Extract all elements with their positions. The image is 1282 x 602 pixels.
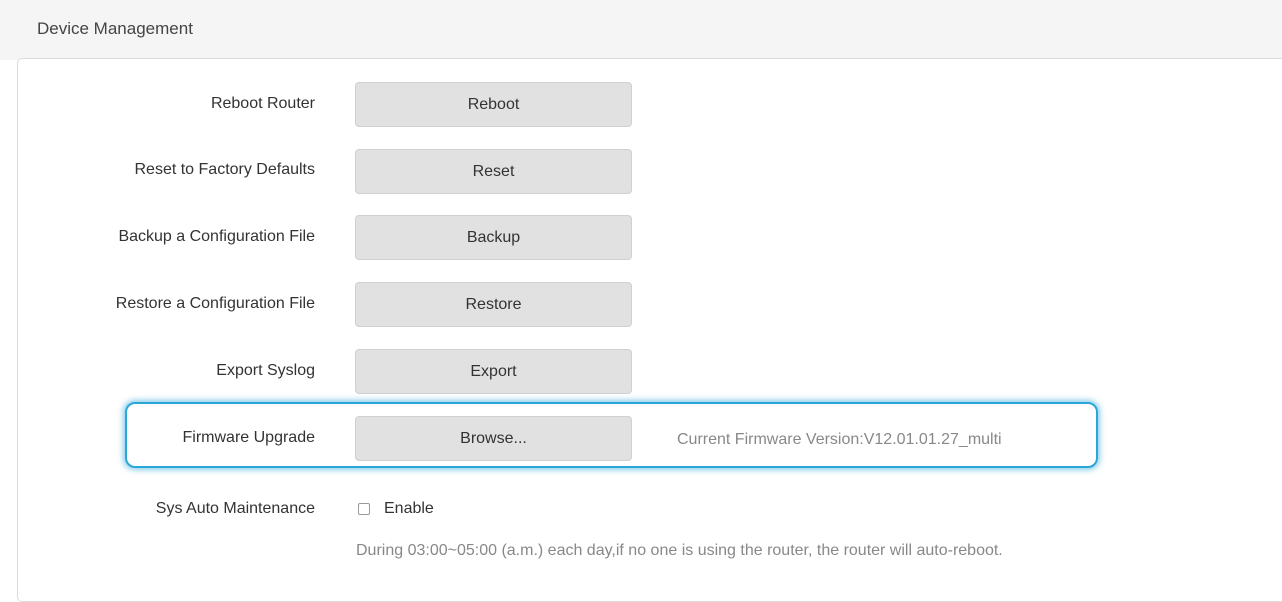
backup-config-label: Backup a Configuration File (118, 228, 315, 245)
current-firmware-version: Current Firmware Version:V12.01.01.27_mu… (677, 431, 1002, 448)
enable-checkbox[interactable] (358, 503, 370, 515)
page-header: Device Management (0, 0, 1282, 60)
reset-factory-label: Reset to Factory Defaults (134, 161, 315, 178)
restore-button[interactable]: Restore (355, 282, 632, 327)
reset-button[interactable]: Reset (355, 149, 632, 194)
auto-reboot-note: During 03:00~05:00 (a.m.) each day,if no… (356, 542, 1003, 559)
restore-config-label: Restore a Configuration File (115, 295, 315, 312)
export-button[interactable]: Export (355, 349, 632, 394)
device-management-panel (17, 58, 1282, 602)
backup-button[interactable]: Backup (355, 215, 632, 260)
reboot-router-label: Reboot Router (210, 95, 315, 112)
export-syslog-label: Export Syslog (216, 362, 315, 379)
browse-button[interactable]: Browse... (355, 416, 632, 461)
reboot-button[interactable]: Reboot (355, 82, 632, 127)
sys-auto-maintenance-label: Sys Auto Maintenance (155, 500, 315, 517)
enable-checkbox-label[interactable]: Enable (384, 499, 434, 519)
page-title: Device Management (37, 19, 193, 38)
firmware-upgrade-label: Firmware Upgrade (182, 429, 315, 446)
